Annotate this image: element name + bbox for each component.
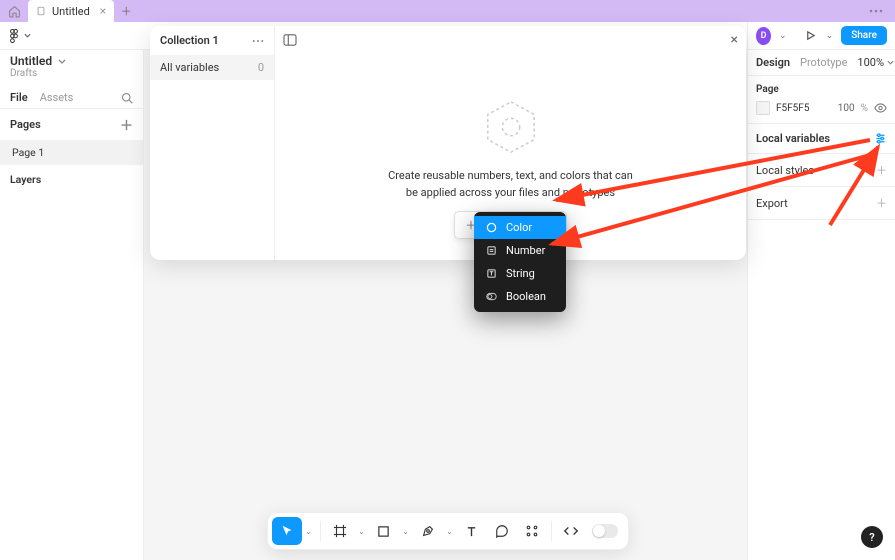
dev-mode-icon[interactable] [556,517,586,545]
dropdown-item-boolean[interactable]: Boolean [474,285,566,308]
left-panel: Untitled Drafts File Assets Pages ＋ Page… [0,50,144,560]
dropdown-item-number[interactable]: Number [474,239,566,262]
chevron-down-icon[interactable]: ⌄ [443,527,457,536]
bottom-toolbar: ⌄ ⌄ ⌄ ⌄ [267,512,629,550]
home-tab[interactable] [0,0,28,22]
panel-layout-icon[interactable] [283,34,297,46]
collection-name[interactable]: Collection 1 [160,34,219,47]
chevron-down-icon[interactable]: ⌄ [355,527,369,536]
local-variables-label: Local variables [756,132,830,145]
app-menu-button[interactable] [865,9,895,13]
right-panel: D ⌄ ⌄ Share Design Prototype 100% Page F… [747,22,895,560]
variable-type-dropdown: Color Number String Boolean [474,212,566,312]
new-tab-button[interactable]: ＋ [114,0,138,22]
help-button[interactable]: ? [861,526,883,548]
all-variables-row[interactable]: All variables 0 [150,55,274,80]
text-tool[interactable] [457,517,487,545]
layers-label: Layers [0,165,143,194]
actions-tool[interactable] [517,517,547,545]
comment-tool[interactable] [487,517,517,545]
avatar[interactable]: D [756,27,771,45]
empty-state-line2: be applied across your files and prototy… [275,185,746,202]
dropdown-label: Number [506,244,545,257]
all-variables-count: 0 [258,61,264,74]
add-style-icon[interactable]: ＋ [876,162,887,178]
zoom-dropdown[interactable]: 100% [857,56,894,69]
main-menu-button[interactable] [8,29,31,43]
page-bg-hex[interactable]: F5F5F5 [776,103,832,114]
rectangle-tool[interactable] [369,517,399,545]
chevron-down-icon[interactable]: ⌄ [779,31,787,41]
empty-state-line1: Create reusable numbers, text, and color… [275,168,746,185]
page-item[interactable]: Page 1 [0,140,143,165]
opacity-unit: % [861,103,868,114]
collection-menu-icon[interactable] [252,39,264,43]
local-styles-label: Local styles [756,164,814,177]
chevron-down-icon[interactable] [58,59,66,64]
empty-state-illustration [482,98,540,156]
number-icon [484,245,498,256]
dev-mode-toggle[interactable] [592,524,618,538]
move-tool[interactable] [272,517,302,545]
share-button[interactable]: Share [841,26,887,45]
variables-sidebar: Collection 1 All variables 0 [150,26,275,260]
chevron-down-icon[interactable]: ⌄ [399,527,413,536]
project-name[interactable]: Drafts [0,68,143,87]
dropdown-label: String [506,267,535,280]
dropdown-item-string[interactable]: String [474,262,566,285]
pages-label: Pages [10,118,41,131]
boolean-icon [484,291,498,302]
variables-config-icon[interactable] [874,132,887,145]
string-icon [484,268,498,279]
pen-tool[interactable] [413,517,443,545]
tab-bar: Untitled × ＋ [0,0,895,22]
tab-design[interactable]: Design [756,56,790,69]
file-tab-title: Untitled [52,5,90,18]
page-bg-opacity[interactable]: 100 [838,103,855,114]
export-label: Export [756,197,788,210]
present-button[interactable] [803,27,818,45]
color-icon [484,222,498,233]
search-icon[interactable] [121,92,133,104]
file-tab[interactable]: Untitled × [28,0,114,22]
variables-panel: Collection 1 All variables 0 × [150,26,746,260]
add-page-icon[interactable]: ＋ [120,115,133,134]
tab-file[interactable]: File [10,91,28,104]
add-export-icon[interactable]: ＋ [876,195,887,211]
chevron-down-icon[interactable]: ⌄ [302,527,316,536]
zoom-value: 100% [857,56,884,69]
all-variables-label: All variables [160,61,219,74]
file-title: Untitled [10,54,52,68]
page-section-label: Page [756,84,887,95]
eye-icon[interactable] [874,103,887,113]
close-tab-icon[interactable]: × [100,4,106,18]
dropdown-label: Color [506,221,532,234]
dropdown-label: Boolean [506,290,546,303]
color-swatch[interactable] [756,101,770,115]
chevron-down-icon[interactable]: ⌄ [826,31,834,41]
dropdown-item-color[interactable]: Color [474,216,566,239]
figma-file-icon [36,5,46,17]
tab-assets[interactable]: Assets [40,91,74,104]
close-icon[interactable]: × [731,32,738,48]
frame-tool[interactable] [325,517,355,545]
tab-prototype[interactable]: Prototype [800,56,847,69]
